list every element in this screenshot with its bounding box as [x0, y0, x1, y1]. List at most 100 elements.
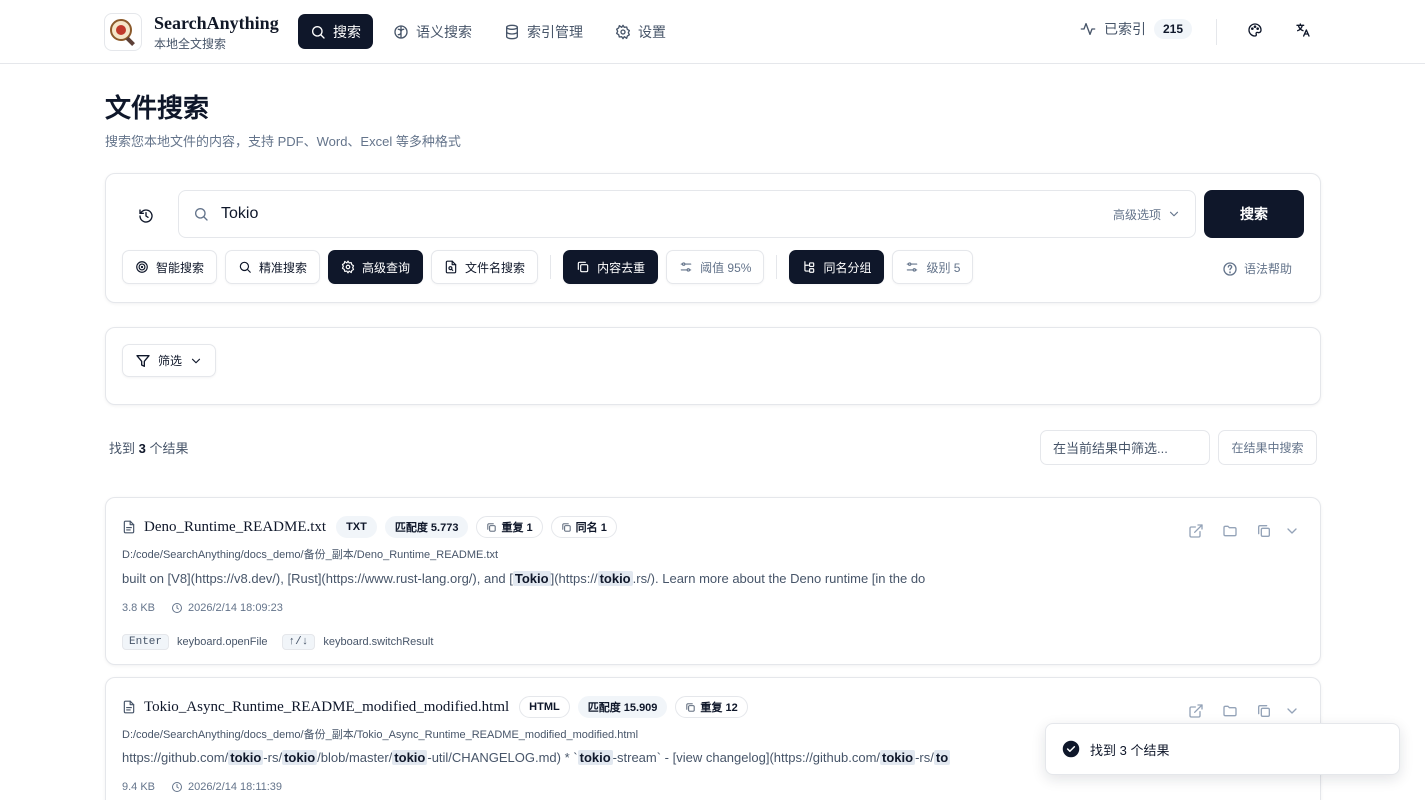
syntax-help-label: 语法帮助: [1244, 262, 1293, 276]
result-meta: 9.4 KB 2026/2/14 18:11:39: [122, 781, 282, 793]
search-input[interactable]: Tokio 高级选项: [178, 190, 1196, 238]
enter-key: Enter: [122, 634, 170, 650]
file-type-badge: TXT: [336, 516, 377, 538]
logo-icon: [104, 13, 142, 51]
file-size: 9.4 KB: [122, 781, 156, 793]
result-header: Tokio_Async_Runtime_README_modified_modi…: [122, 696, 748, 718]
threshold-chip[interactable]: 阈值 95%: [666, 250, 765, 284]
dedupe-chip[interactable]: 内容去重: [563, 250, 659, 284]
clock-icon: [171, 602, 183, 614]
result-filter-input[interactable]: 在当前结果中筛选...: [1040, 430, 1210, 465]
level-chip[interactable]: 级别 5: [892, 250, 974, 284]
results-count-prefix: 找到: [109, 441, 136, 456]
result-actions: [1188, 703, 1300, 719]
search-button[interactable]: 搜索: [1204, 190, 1304, 238]
result-path: D:/code/SearchAnything/docs_demo/备份_副本/D…: [122, 549, 499, 561]
filter-panel: 筛选: [105, 327, 1321, 405]
result-header: Deno_Runtime_README.txt TXT 匹配度 5.773 重复…: [122, 516, 617, 538]
search-icon: [310, 24, 326, 40]
smart-search-label: 智能搜索: [156, 260, 205, 275]
brand[interactable]: SearchAnything 本地全文搜索: [104, 12, 279, 52]
chip-divider: [776, 255, 778, 279]
indexed-status[interactable]: 已索引 215: [1080, 19, 1193, 39]
target-icon: [135, 260, 149, 274]
result-filename[interactable]: Deno_Runtime_README.txt: [144, 519, 326, 536]
result-actions: [1188, 523, 1300, 539]
copy-icon: [576, 260, 590, 274]
chevron-down-icon: [1167, 207, 1181, 221]
palette-icon[interactable]: [1247, 22, 1263, 38]
folder-icon[interactable]: [1222, 703, 1238, 719]
chip-divider: [550, 255, 552, 279]
page-title: 文件搜索: [105, 94, 210, 123]
database-icon: [504, 24, 520, 40]
copy-icon[interactable]: [1256, 703, 1272, 719]
nav-settings[interactable]: 设置: [603, 14, 678, 49]
advanced-options-label: 高级选项: [1112, 207, 1161, 222]
smart-search-chip[interactable]: 智能搜索: [122, 250, 218, 284]
copy-icon: [486, 522, 497, 533]
exact-search-chip[interactable]: 精准搜索: [225, 250, 321, 284]
nav-index-management[interactable]: 索引管理: [492, 14, 595, 49]
nav-semantic-search[interactable]: 语义搜索: [381, 14, 484, 49]
app-header: SearchAnything 本地全文搜索 搜索 语义搜索 索引管理 设置 已索…: [0, 0, 1425, 64]
nav-search[interactable]: 搜索: [298, 14, 373, 49]
filename-search-label: 文件名搜索: [465, 260, 526, 275]
duplicate-badge[interactable]: 重复 12: [675, 696, 748, 718]
snippet-text: .rs/). Learn more about the Deno runtime…: [632, 571, 926, 586]
brain-icon: [393, 24, 409, 40]
advanced-query-chip[interactable]: 高级查询: [328, 250, 424, 284]
snippet-highlight: tokio: [392, 750, 428, 765]
nav-index-label: 索引管理: [527, 23, 583, 40]
snippet-text: ](https://: [550, 571, 598, 586]
page-subtitle: 搜索您本地文件的内容，支持 PDF、Word、Excel 等多种格式: [105, 134, 461, 149]
copy-icon: [561, 522, 572, 533]
indexed-count-badge: 215: [1154, 19, 1193, 39]
same-name-badge[interactable]: 同名 1: [550, 516, 617, 538]
nav-search-label: 搜索: [333, 23, 361, 40]
copy-icon: [685, 702, 696, 713]
tree-icon: [802, 260, 816, 274]
language-icon[interactable]: [1295, 22, 1311, 38]
results-count-number: 3: [138, 441, 146, 456]
external-link-icon[interactable]: [1188, 703, 1204, 719]
result-filename[interactable]: Tokio_Async_Runtime_README_modified_modi…: [144, 699, 509, 716]
group-by-name-chip[interactable]: 同名分组: [789, 250, 885, 284]
file-text-icon: [122, 520, 136, 534]
duplicate-badge[interactable]: 重复 1: [476, 516, 543, 538]
folder-icon[interactable]: [1222, 523, 1238, 539]
snippet-text: -util/CHANGELOG.md) * `: [427, 750, 578, 765]
search-mode-chips: 智能搜索 精准搜索 高级查询 文件名搜索 内容去重 阈值 95% 同名分组 级别…: [122, 250, 974, 284]
threshold-label: 阈值 95%: [700, 260, 752, 275]
history-icon[interactable]: [130, 200, 162, 232]
external-link-icon[interactable]: [1188, 523, 1204, 539]
chevron-down-icon[interactable]: [1284, 703, 1300, 719]
header-divider: [1216, 19, 1217, 45]
funnel-icon: [135, 353, 151, 369]
filename-search-chip[interactable]: 文件名搜索: [431, 250, 539, 284]
snippet-highlight: tokio: [880, 750, 916, 765]
brand-subtitle: 本地全文搜索: [154, 37, 227, 51]
file-type-badge: HTML: [519, 696, 570, 718]
chevron-down-icon[interactable]: [1284, 523, 1300, 539]
snippet-highlight: Tokio: [512, 571, 551, 586]
snippet-text: -stream` - [view changelog](https://gith…: [612, 750, 881, 765]
syntax-help-link[interactable]: 语法帮助: [1222, 260, 1292, 277]
search-in-results-button[interactable]: 在结果中搜索: [1218, 430, 1317, 465]
open-file-hint: keyboard.openFile: [177, 636, 268, 648]
search-query[interactable]: Tokio: [221, 205, 1113, 223]
advanced-options-toggle[interactable]: 高级选项: [1113, 206, 1181, 223]
main-nav: 搜索 语义搜索 索引管理 设置: [298, 14, 678, 49]
modified-time-value: 2026/2/14 18:11:39: [188, 781, 283, 793]
result-card[interactable]: Deno_Runtime_README.txt TXT 匹配度 5.773 重复…: [105, 497, 1321, 665]
filter-label: 筛选: [158, 354, 183, 368]
copy-icon[interactable]: [1256, 523, 1272, 539]
modified-time: 2026/2/14 18:09:23: [171, 602, 283, 614]
duplicate-label: 重复 12: [700, 702, 738, 714]
same-name-label: 同名 1: [575, 522, 607, 534]
filter-button[interactable]: 筛选: [122, 344, 217, 377]
search-icon: [193, 206, 209, 222]
chevron-down-icon: [189, 354, 203, 368]
modified-time: 2026/2/14 18:11:39: [171, 781, 282, 793]
level-label: 级别 5: [926, 260, 961, 275]
